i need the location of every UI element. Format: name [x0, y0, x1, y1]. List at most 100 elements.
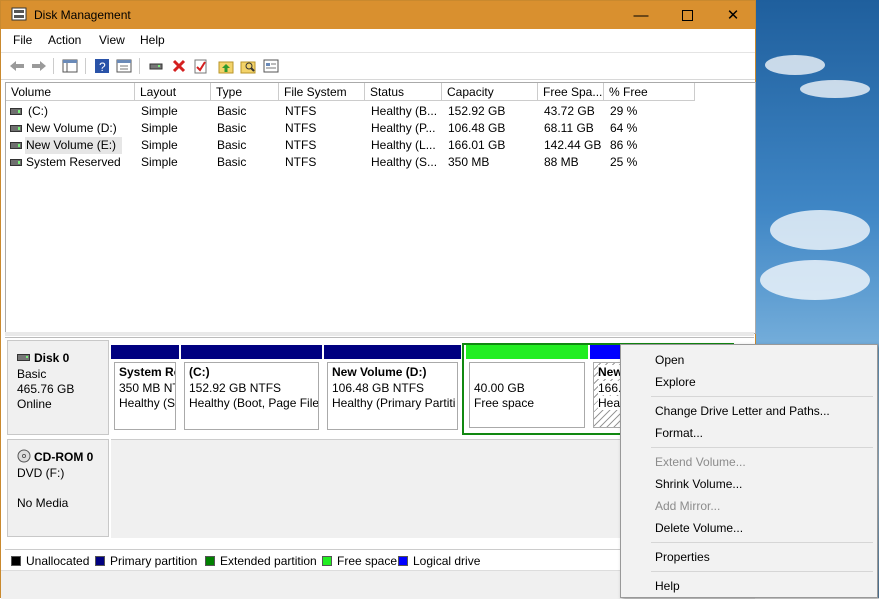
disk-management-icon — [11, 7, 27, 21]
menu-separator — [651, 571, 873, 572]
toolbar-separator — [53, 58, 54, 74]
menu-item-add-mirror: Add Mirror... — [655, 499, 721, 513]
properties-icon — [116, 59, 132, 73]
partition-body: (C:) 152.92 GB NTFS Healthy (Boot, Page … — [184, 362, 319, 430]
legend-label: Free space — [337, 554, 398, 568]
cell-free-space: 43.72 GB — [544, 104, 595, 118]
menu-separator — [651, 447, 873, 448]
column-header-volume[interactable]: Volume — [6, 83, 135, 101]
help-button[interactable]: ? — [93, 57, 111, 75]
partition-body: New Volume (D:) 106.48 GB NTFS Healthy (… — [327, 362, 458, 430]
column-header-capacity[interactable]: Capacity — [442, 83, 538, 101]
check-icon — [194, 59, 207, 74]
drive-icon — [10, 142, 22, 149]
cell-percent-free: 64 % — [610, 121, 638, 135]
hard-disk-icon — [17, 354, 30, 361]
cell-status: Healthy (S... — [371, 155, 438, 169]
column-header-layout[interactable]: Layout — [135, 83, 211, 101]
column-header-percent-free[interactable]: % Free — [604, 83, 695, 101]
menu-item-properties[interactable]: Properties — [655, 550, 710, 564]
cell-layout: Simple — [141, 121, 178, 135]
cloud — [800, 80, 870, 98]
back-icon — [10, 61, 24, 71]
partition-name: New — [598, 365, 623, 379]
partition-size: 106.48 GB NTFS — [332, 381, 425, 395]
menu-item-extend-volume: Extend Volume... — [655, 455, 746, 469]
menu-help[interactable]: Help — [140, 33, 165, 47]
partition-size: 40.00 GB — [474, 381, 525, 395]
table-row[interactable]: New Volume (D:) Simple Basic NTFS Health… — [6, 120, 755, 137]
table-row[interactable]: (C:) Simple Basic NTFS Healthy (B... 152… — [6, 103, 755, 120]
menu-item-change-drive-letter[interactable]: Change Drive Letter and Paths... — [655, 404, 830, 418]
cell-volume: (C:) — [28, 104, 48, 118]
menu-file[interactable]: File — [13, 33, 32, 47]
legend-swatch — [398, 556, 408, 566]
cell-layout: Simple — [141, 138, 178, 152]
table-row-selected[interactable]: New Volume (E:) Simple Basic NTFS Health… — [6, 137, 755, 154]
maximize-button[interactable] — [664, 1, 710, 29]
cdrom-0-status: No Media — [17, 496, 69, 510]
menu-action[interactable]: Action — [48, 33, 81, 47]
partition-body: System Re 350 MB NT Healthy (S — [114, 362, 176, 430]
legend-free-space: Free space — [322, 554, 397, 568]
partition-color-bar — [466, 345, 588, 359]
cdrom-0-name: CD-ROM 0 — [34, 450, 94, 464]
cell-capacity: 106.48 GB — [448, 121, 506, 135]
menu-bar: File Action View Help — [1, 29, 755, 51]
menu-item-format[interactable]: Format... — [655, 426, 703, 440]
disk-0-size: 465.76 GB — [17, 382, 75, 396]
cell-file-system: NTFS — [285, 155, 317, 169]
legend-label: Primary partition — [110, 554, 198, 568]
delete-button[interactable] — [170, 57, 188, 75]
menu-item-delete-volume[interactable]: Delete Volume... — [655, 521, 743, 535]
properties-button[interactable] — [115, 57, 133, 75]
title-bar[interactable]: Disk Management — ✕ — [1, 1, 755, 29]
connect-drive-button[interactable] — [147, 57, 165, 75]
delete-icon — [172, 59, 186, 73]
cell-free-space: 68.11 GB — [544, 121, 594, 135]
legend-extended-partition: Extended partition — [205, 554, 317, 568]
settings-icon — [263, 59, 279, 73]
forward-button[interactable] — [30, 57, 48, 75]
partition-free-space[interactable]: 40.00 GB Free space — [466, 345, 588, 431]
cell-status: Healthy (L... — [371, 138, 436, 152]
cell-status: Healthy (P... — [371, 121, 436, 135]
partition-c[interactable]: (C:) 152.92 GB NTFS Healthy (Boot, Page … — [181, 345, 322, 433]
console-tree-button[interactable] — [61, 57, 79, 75]
drive-icon — [10, 125, 22, 132]
minimize-icon: — — [633, 6, 649, 24]
close-button[interactable]: ✕ — [710, 1, 756, 29]
menu-item-explore[interactable]: Explore — [655, 375, 696, 389]
cell-percent-free: 29 % — [610, 104, 638, 118]
context-menu: Open Explore Change Drive Letter and Pat… — [620, 344, 878, 598]
menu-separator — [651, 542, 873, 543]
partition-system-reserved[interactable]: System Re 350 MB NT Healthy (S — [111, 345, 179, 433]
legend-label: Unallocated — [26, 554, 90, 568]
cloud — [770, 210, 870, 250]
cell-percent-free: 25 % — [610, 155, 638, 169]
pane-splitter[interactable] — [5, 332, 754, 336]
disk-0-label[interactable]: Disk 0 Basic 465.76 GB Online — [7, 340, 109, 435]
search-folder-button[interactable] — [239, 57, 257, 75]
partition-d[interactable]: New Volume (D:) 106.48 GB NTFS Healthy (… — [324, 345, 461, 433]
column-header-status[interactable]: Status — [365, 83, 442, 101]
disk-0-status: Online — [17, 397, 52, 411]
drive-icon — [10, 159, 22, 166]
menu-item-shrink-volume[interactable]: Shrink Volume... — [655, 477, 742, 491]
folder-up-button[interactable] — [217, 57, 235, 75]
column-header-type[interactable]: Type — [211, 83, 279, 101]
cell-file-system: NTFS — [285, 138, 317, 152]
settings-button[interactable] — [262, 57, 280, 75]
menu-view[interactable]: View — [99, 33, 125, 47]
minimize-button[interactable]: — — [618, 1, 664, 29]
column-header-file-system[interactable]: File System — [279, 83, 365, 101]
back-button[interactable] — [8, 57, 26, 75]
legend-label: Logical drive — [413, 554, 481, 568]
table-row[interactable]: System Reserved Simple Basic NTFS Health… — [6, 154, 755, 171]
cell-file-system: NTFS — [285, 104, 317, 118]
cdrom-0-label[interactable]: CD-ROM 0 DVD (F:) No Media — [7, 439, 109, 537]
menu-item-help[interactable]: Help — [655, 579, 680, 593]
menu-item-open[interactable]: Open — [655, 353, 684, 367]
check-button[interactable] — [192, 57, 210, 75]
column-header-free-space[interactable]: Free Spa... — [538, 83, 604, 101]
